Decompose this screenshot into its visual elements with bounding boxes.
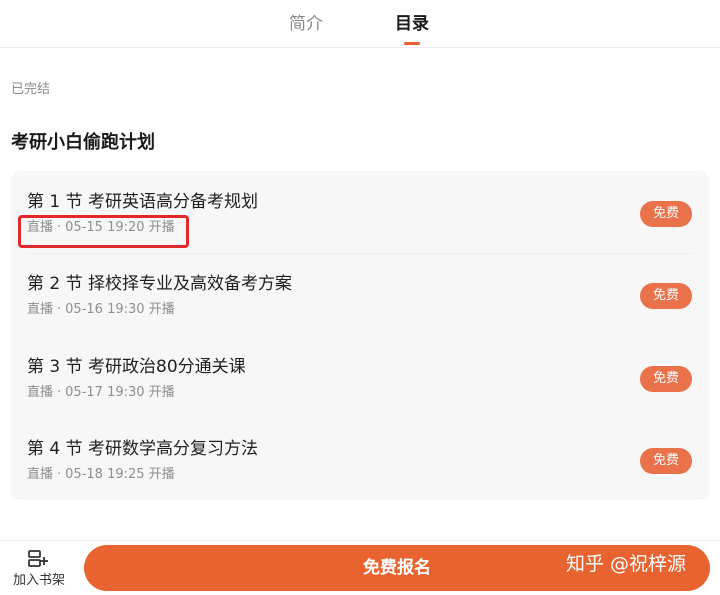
lesson-divider (27, 253, 693, 254)
lesson-item[interactable]: 第 2 节 择校择专业及高效备考方案 直播 · 05-16 19:30 开播 免费 (11, 253, 709, 335)
free-badge: 免费 (640, 448, 692, 474)
course-title: 考研小白偷跑计划 (11, 132, 155, 153)
add-to-shelf-icon (27, 549, 49, 573)
active-tab-indicator (404, 42, 420, 45)
lesson-meta: 直播 · 05-18 19:25 开播 (27, 467, 175, 482)
lesson-item[interactable]: 第 3 节 考研政治80分通关课 直播 · 05-17 19:30 开播 免费 (11, 336, 709, 418)
watermark: 知乎 @祝梓源 (566, 553, 687, 575)
highlight-annotation (18, 215, 189, 248)
free-badge: 免费 (640, 201, 692, 227)
lesson-title: 第 2 节 择校择专业及高效备考方案 (27, 274, 293, 294)
tab-intro[interactable]: 简介 (289, 12, 323, 36)
lesson-title: 第 1 节 考研英语高分备考规划 (27, 192, 259, 212)
lesson-item[interactable]: 第 1 节 考研英语高分备考规划 直播 · 05-15 19:20 开播 免费 (11, 171, 709, 253)
tab-bar: 简介 目录 (0, 0, 720, 48)
lesson-item[interactable]: 第 4 节 考研数学高分复习方法 直播 · 05-18 19:25 开播 免费 (11, 418, 709, 500)
lesson-title: 第 4 节 考研数学高分复习方法 (27, 439, 259, 459)
tab-catalog[interactable]: 目录 (395, 12, 429, 36)
lesson-list: 第 1 节 考研英语高分备考规划 直播 · 05-15 19:20 开播 免费 第 … (11, 171, 709, 500)
add-to-shelf-label: 加入书架 (12, 573, 65, 588)
course-status: 已完结 (11, 82, 51, 97)
lesson-meta: 直播 · 05-16 19:30 开播 (27, 302, 175, 317)
free-badge: 免费 (640, 283, 692, 309)
add-to-shelf-button[interactable]: 加入书架 (0, 541, 78, 595)
lesson-meta: 直播 · 05-17 19:30 开播 (27, 385, 175, 400)
course-page: 简介 目录 已完结 考研小白偷跑计划 第 1 节 考研英语高分备考规划 直播 · 0… (0, 0, 720, 595)
lesson-title: 第 3 节 考研政治80分通关课 (27, 357, 246, 377)
free-badge: 免费 (640, 366, 692, 392)
